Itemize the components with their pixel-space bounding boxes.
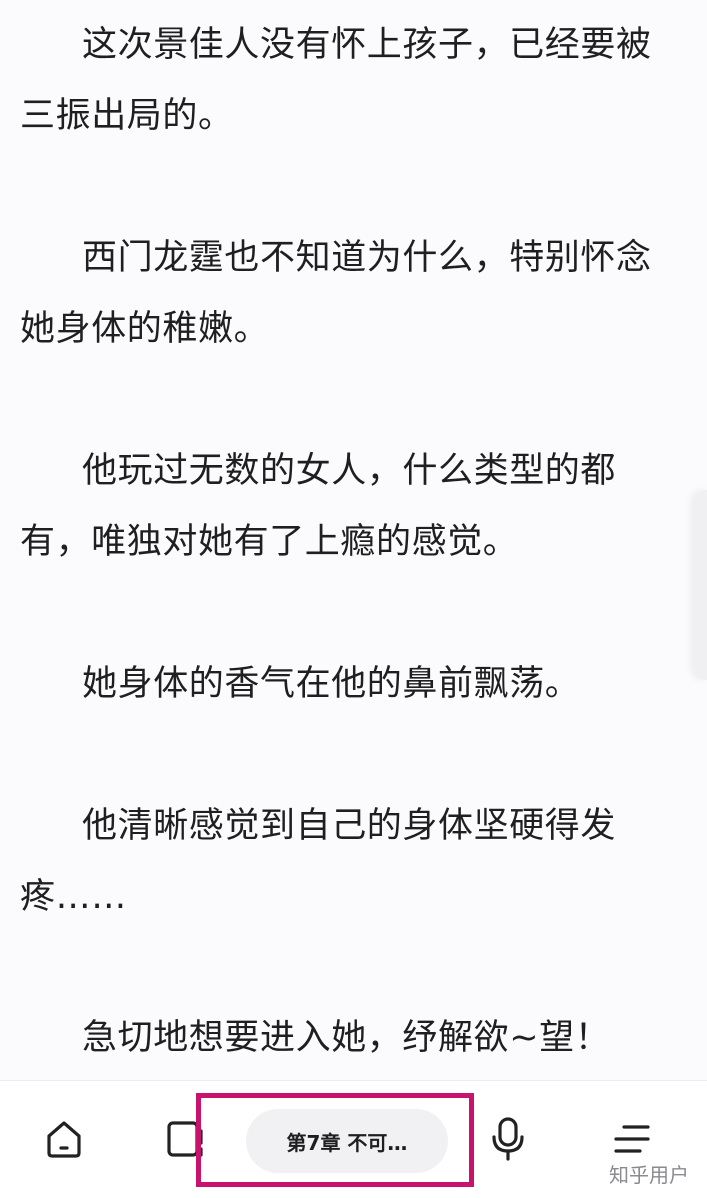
- home-icon[interactable]: [36, 1111, 92, 1167]
- text-line: 他玩过无数的女人，什么类型的都: [82, 451, 617, 491]
- watermark: 知乎用户: [609, 1163, 689, 1187]
- text-line: 这次景佳人没有怀上孩子，已经要被: [82, 25, 652, 65]
- text-line: 她身体的稚嫩。: [20, 309, 270, 349]
- text-line: 疼……: [20, 877, 127, 917]
- paragraph: 这次景佳人没有怀上孩子，已经要被 三振出局的。: [20, 10, 670, 152]
- paragraph: 她身体的香气在他的鼻前飘荡。: [20, 649, 670, 720]
- text-line: 她身体的香气在他的鼻前飘荡。: [82, 664, 581, 704]
- text-line: 有，唯独对她有了上瘾的感觉。: [20, 522, 519, 562]
- reader-content: 这次景佳人没有怀上孩子，已经要被 三振出局的。 西门龙霆也不知道为什么，特别怀念…: [0, 0, 707, 1080]
- side-drawer-handle[interactable]: [693, 490, 707, 680]
- bottom-toolbar: 第7章 不可… 知乎用户: [0, 1080, 707, 1198]
- paragraph: 西门龙霆也不知道为什么，特别怀念 她身体的稚嫩。: [20, 223, 670, 365]
- chapter-title-label: 第7章 不可…: [286, 1130, 408, 1155]
- text-line: 西门龙霆也不知道为什么，特别怀念: [82, 238, 652, 278]
- paragraph: 他清晰感觉到自己的身体坚硬得发 疼……: [20, 791, 670, 933]
- bookshelf-icon[interactable]: [158, 1111, 214, 1167]
- microphone-icon[interactable]: [480, 1111, 536, 1167]
- text-line: 三振出局的。: [20, 96, 234, 136]
- paragraph: 他玩过无数的女人，什么类型的都 有，唯独对她有了上瘾的感觉。: [20, 436, 670, 578]
- chapter-title-button[interactable]: 第7章 不可…: [246, 1109, 448, 1173]
- paragraph: 急切地想要进入她，纾解欲~望！: [20, 1003, 670, 1074]
- text-line: 急切地想要进入她，纾解欲~望！: [82, 1018, 611, 1058]
- text-line: 他清晰感觉到自己的身体坚硬得发: [82, 806, 617, 846]
